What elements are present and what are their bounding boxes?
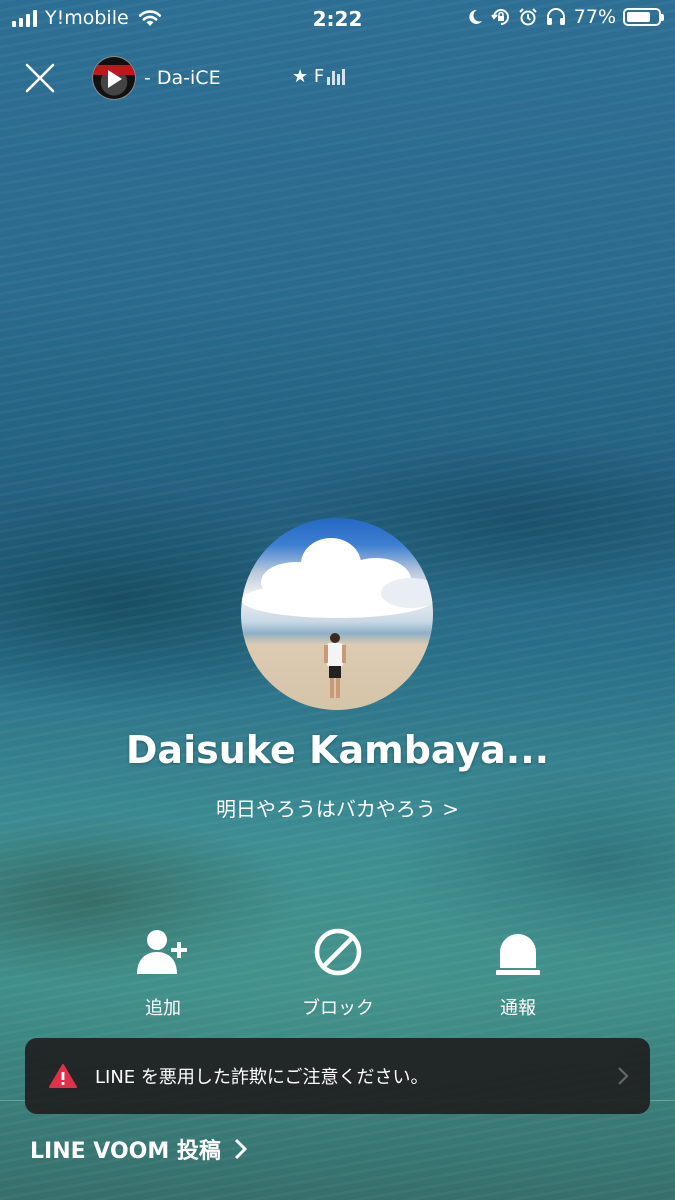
block-icon [314, 928, 362, 976]
report-button[interactable]: 通報 [458, 926, 578, 1020]
warning-text: LINE を悪用した詐欺にご注意ください。 [95, 1067, 429, 1088]
block-button[interactable]: ブロック [278, 926, 398, 1020]
music-title: - Da-iCE [144, 67, 221, 89]
profile-name[interactable]: Daisuke Kambaya... [0, 728, 675, 772]
chevron-right-icon [618, 1067, 629, 1085]
album-art-play-icon [92, 56, 136, 100]
report-label: 通報 [500, 998, 536, 1019]
moon-icon [469, 9, 482, 24]
line-voom-posts-link[interactable]: LINE VOOM 投稿 [30, 1133, 249, 1165]
chevron-right-icon [234, 1138, 248, 1160]
profile-music[interactable]: - Da-iCE [92, 56, 221, 100]
voom-label: LINE VOOM 投稿 [30, 1139, 221, 1164]
block-label: ブロック [302, 998, 374, 1019]
music-rank-label: ★ F [292, 66, 325, 87]
music-rank: ★ F [292, 66, 346, 87]
status-message[interactable]: 明日やろうはバカやろう > [0, 793, 675, 822]
battery-percent: 77% [573, 6, 616, 28]
headphones-icon [546, 8, 565, 25]
add-friend-button[interactable]: 追加 [103, 926, 223, 1020]
person-figure [324, 633, 346, 698]
add-friend-label: 追加 [145, 998, 181, 1019]
warning-icon [49, 1064, 77, 1088]
close-icon [25, 63, 55, 93]
profile-avatar[interactable] [241, 518, 433, 710]
equalizer-icon [327, 68, 346, 85]
status-bar: Y!mobile 2:22 77% [0, 0, 675, 36]
report-icon [496, 934, 540, 975]
add-friend-icon [137, 930, 187, 974]
close-button[interactable] [22, 60, 58, 96]
rotation-lock-icon [490, 9, 509, 25]
battery-icon [623, 8, 664, 26]
scam-warning-banner[interactable]: LINE を悪用した詐欺にご注意ください。 [25, 1038, 650, 1114]
alarm-icon [519, 8, 537, 26]
